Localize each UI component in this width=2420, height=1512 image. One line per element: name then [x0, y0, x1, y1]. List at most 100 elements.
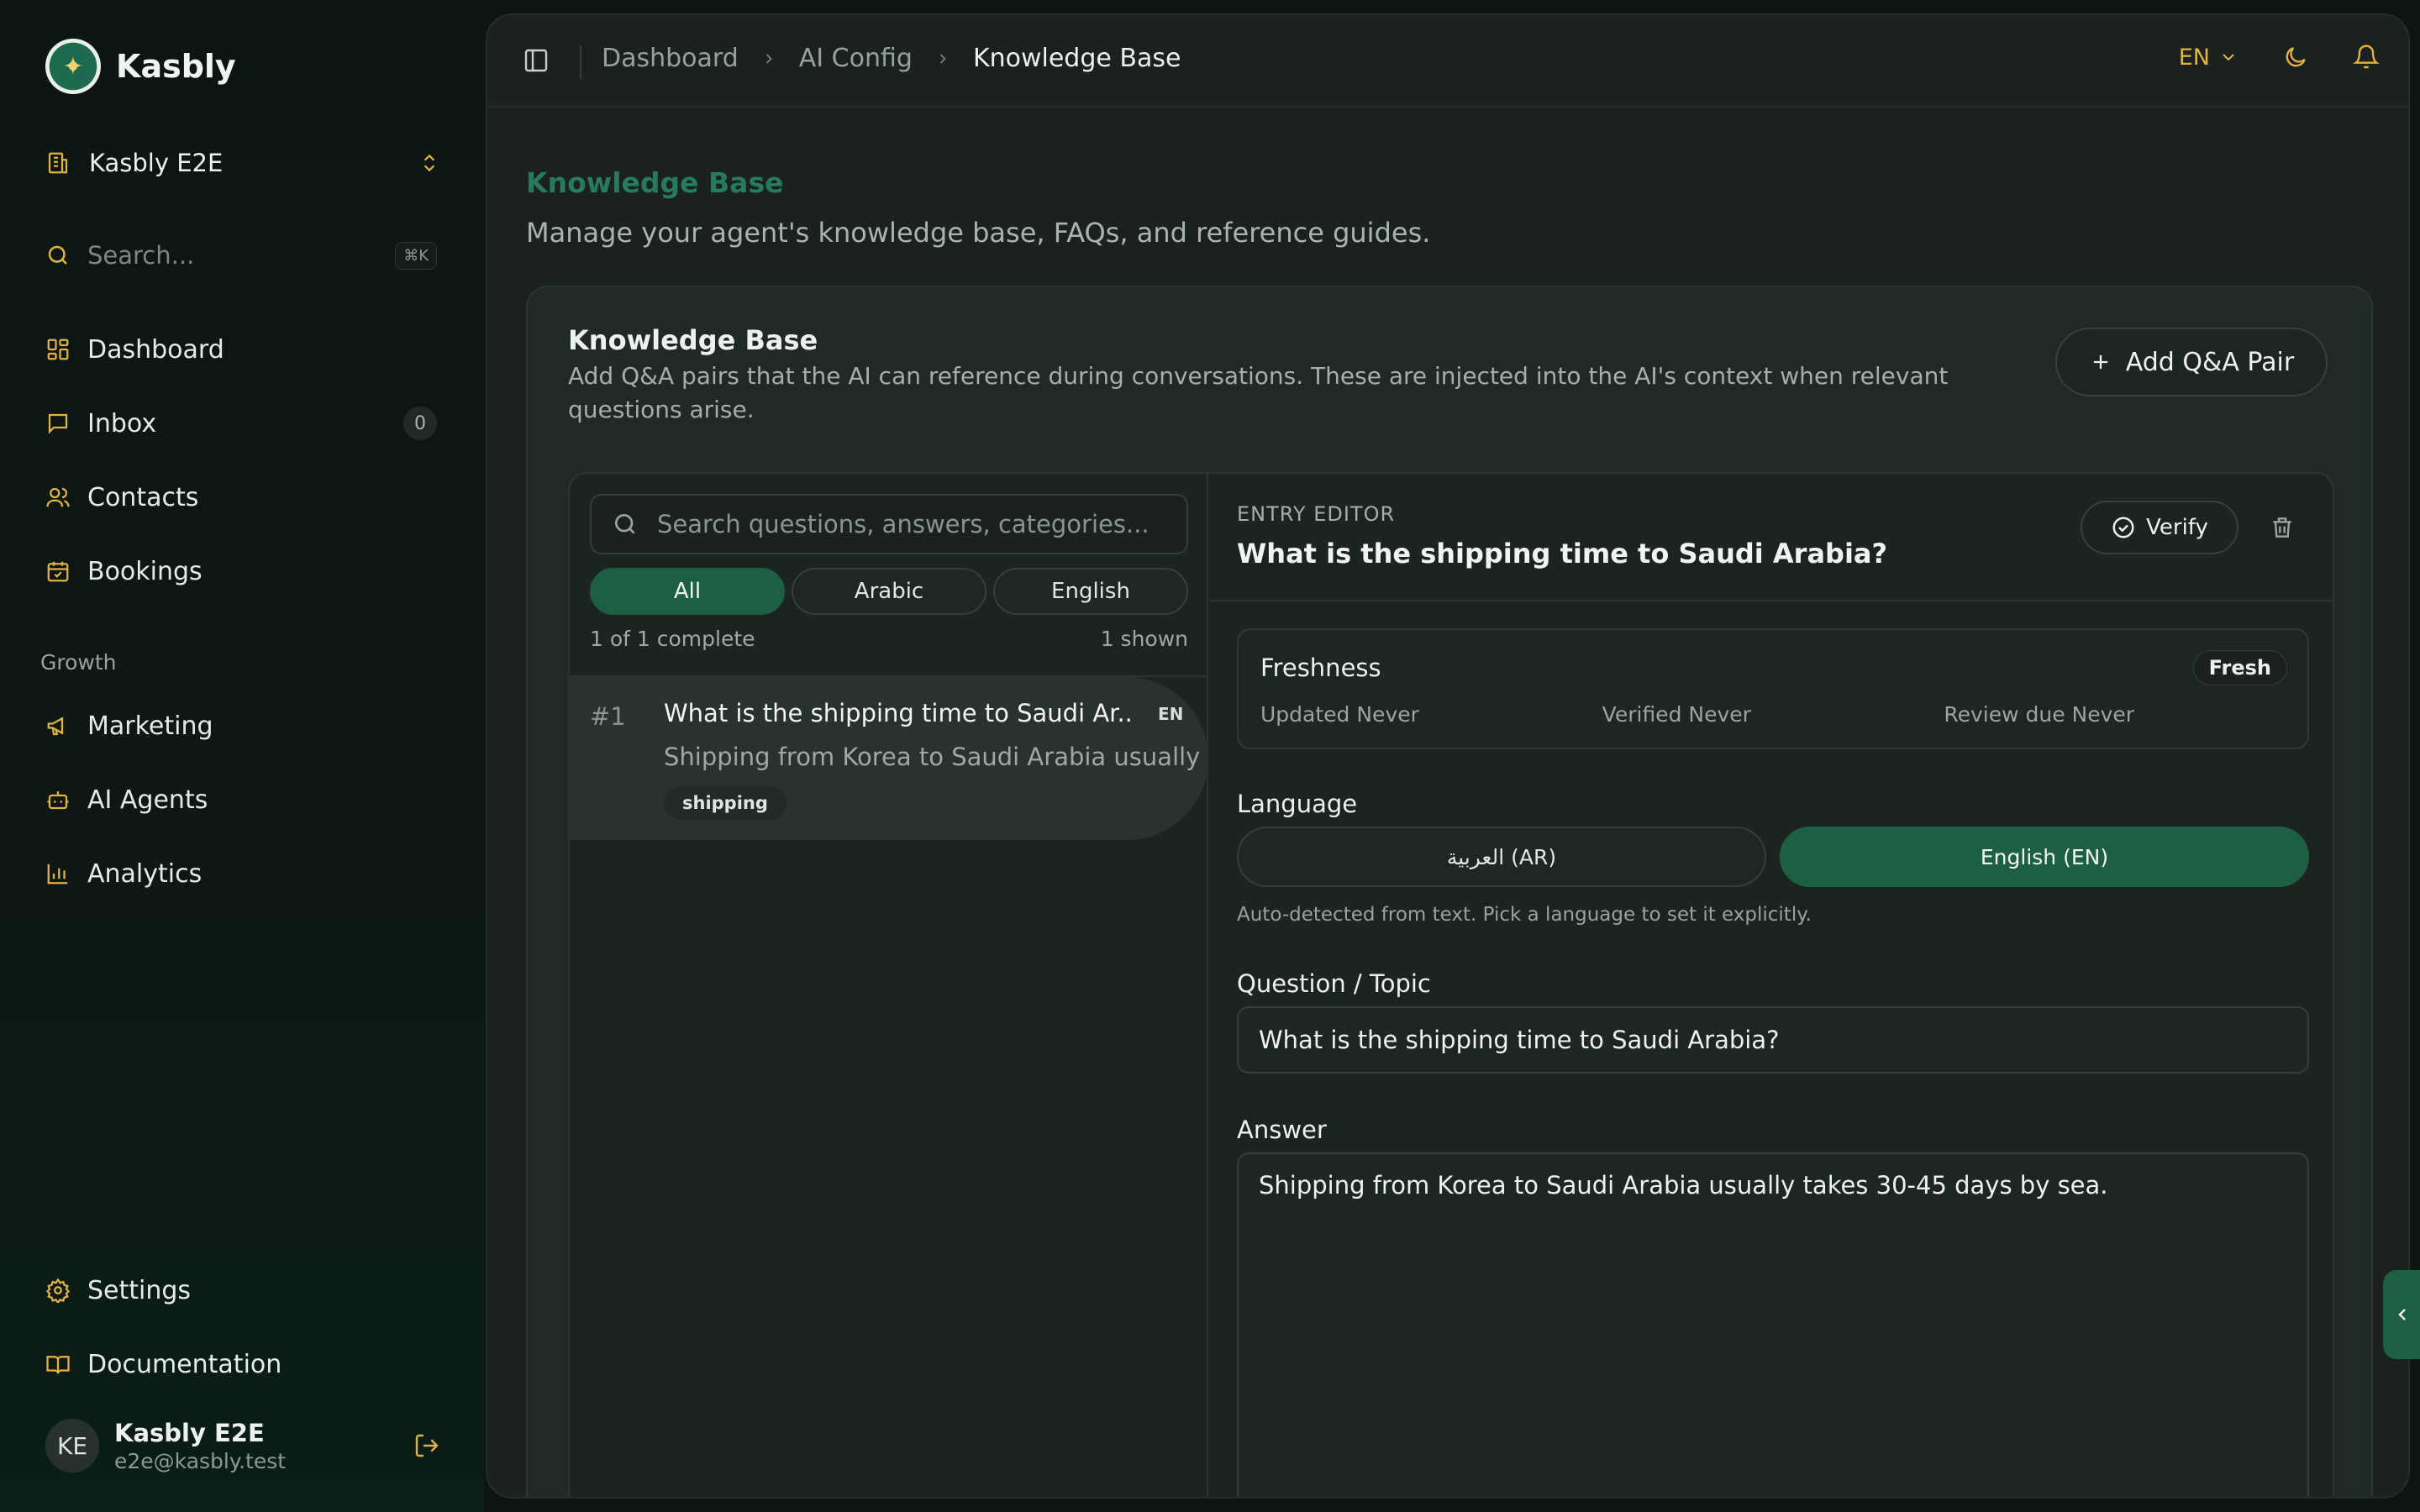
entry-list-pane: Search questions, answers, categories...… [570, 474, 1208, 1497]
topbar: Dashboard AI Config Knowledge Base EN [487, 15, 2408, 108]
plus-icon [2093, 354, 2107, 370]
answer-label: Answer [1237, 1116, 1327, 1144]
divider [580, 45, 581, 79]
chevron-down-icon [2223, 54, 2234, 61]
chart-icon [47, 864, 68, 885]
sidebar-item-label: Marketing [87, 711, 213, 741]
sidebar-item-label: Analytics [87, 858, 203, 889]
sidebar-item-label: Bookings [87, 556, 203, 586]
logout-icon[interactable] [413, 1432, 440, 1459]
language-option-arabic[interactable]: العربية (AR) [1237, 827, 1766, 887]
moon-icon[interactable] [2282, 44, 2309, 71]
answer-field[interactable]: Shipping from Korea to Saudi Arabia usua… [1237, 1152, 2309, 1497]
question-label: Question / Topic [1237, 969, 1431, 998]
bot-icon [47, 791, 69, 810]
language-selector[interactable]: EN [2179, 45, 2238, 71]
language-options: العربية (AR) English (EN) [1237, 827, 2309, 887]
status-badge: Fresh [2192, 650, 2287, 685]
search-shortcut: ⌘K [395, 241, 437, 270]
sidebar-item-settings[interactable]: Settings [45, 1267, 437, 1314]
sidebar-item-label: Settings [87, 1275, 192, 1305]
question-field[interactable]: What is the shipping time to Saudi Arabi… [1237, 1006, 2309, 1074]
verify-label: Verify [2146, 515, 2208, 540]
sidebar: ✦ Kasbly Kasbly E2E Search... ⌘K Dashboa… [0, 0, 484, 1512]
complete-count: 1 of 1 complete [590, 627, 755, 651]
org-name: Kasbly E2E [89, 149, 224, 177]
sidebar-toggle-icon[interactable] [523, 47, 550, 74]
sidebar-item-label: Contacts [87, 482, 199, 512]
list-item[interactable]: #1 What is the shipping time to Saudi Ar… [570, 677, 1208, 840]
sidebar-search-placeholder: Search... [87, 241, 195, 270]
sidebar-item-documentation[interactable]: Documentation [45, 1341, 437, 1388]
sidebar-item-bookings[interactable]: Bookings [45, 548, 437, 595]
sidebar-item-label: AI Agents [87, 785, 208, 815]
gear-icon [45, 1278, 71, 1303]
breadcrumb-ai-config[interactable]: AI Config [799, 44, 913, 73]
sidebar-item-marketing[interactable]: Marketing [45, 702, 437, 749]
card-title: Knowledge Base [568, 324, 818, 356]
chevron-right-icon [939, 53, 946, 64]
language-option-english[interactable]: English (EN) [1780, 827, 2309, 887]
knowledge-base-card: Knowledge Base Add Q&A pairs that the AI… [526, 286, 2373, 1497]
card-description: Add Q&A pairs that the AI can reference … [568, 362, 1949, 423]
breadcrumb-dashboard[interactable]: Dashboard [602, 44, 739, 73]
sidebar-item-label: Inbox [87, 408, 157, 438]
freshness-verified: Verified Never [1602, 702, 1751, 727]
page-title: Knowledge Base [526, 166, 784, 199]
breadcrumb-knowledge-base: Knowledge Base [972, 44, 1181, 73]
chevron-left-icon [2398, 1309, 2406, 1320]
contacts-icon [46, 487, 70, 507]
sidebar-item-contacts[interactable]: Contacts [45, 474, 437, 521]
entry-search-input[interactable]: Search questions, answers, categories... [590, 494, 1188, 554]
user-email: e2e@kasbly.test [114, 1448, 287, 1473]
sidebar-item-inbox[interactable]: Inbox 0 [45, 400, 437, 447]
filter-arabic[interactable]: Arabic [792, 568, 986, 615]
brand-name: Kasbly [116, 48, 236, 85]
panel-toggle-button[interactable] [2383, 1270, 2420, 1359]
add-qa-pair-button[interactable]: Add Q&A Pair [2055, 328, 2328, 396]
freshness-card: Freshness Fresh Updated Never Verified N… [1237, 628, 2309, 749]
sidebar-item-dashboard[interactable]: Dashboard [45, 326, 437, 373]
freshness-title: Freshness [1260, 654, 1381, 682]
sidebar-item-ai-agents[interactable]: AI Agents [45, 776, 437, 823]
main-content: Dashboard AI Config Knowledge Base EN Kn… [486, 13, 2410, 1499]
inbox-count-badge: 0 [403, 407, 437, 440]
trash-icon[interactable] [2269, 514, 2296, 541]
logo-icon: ✦ [45, 39, 101, 94]
sidebar-item-analytics[interactable]: Analytics [45, 850, 437, 897]
verify-button[interactable]: Verify [2081, 501, 2238, 554]
user-profile[interactable]: KE Kasbly E2E e2e@kasbly.test [45, 1416, 440, 1475]
shown-count: 1 shown [1100, 627, 1188, 651]
org-switcher[interactable]: Kasbly E2E [45, 141, 440, 185]
building-icon [48, 152, 68, 174]
user-name: Kasbly E2E [114, 1418, 265, 1447]
megaphone-icon [47, 717, 64, 736]
filter-english[interactable]: English [993, 568, 1188, 615]
page-subtitle: Manage your agent's knowledge base, FAQs… [526, 217, 1431, 249]
language-hint: Auto-detected from text. Pick a language… [1237, 904, 1812, 926]
language-label: Language [1237, 790, 1358, 818]
entry-language-badge: EN [1158, 704, 1184, 724]
language-filters: All Arabic English [590, 568, 1188, 615]
editor-header: ENTRY EDITOR What is the shipping time t… [1210, 474, 2333, 601]
breadcrumb: Dashboard AI Config Knowledge Base [602, 44, 1181, 73]
calendar-icon [47, 561, 69, 582]
list-meta: 1 of 1 complete 1 shown [590, 627, 1188, 651]
inbox-icon [48, 413, 68, 434]
language-value: EN [2178, 44, 2210, 71]
filter-all[interactable]: All [590, 568, 785, 615]
kb-panel: Search questions, answers, categories...… [568, 472, 2334, 1497]
bell-icon[interactable] [2353, 44, 2380, 71]
entry-answer-preview: Shipping from Korea to Saudi Arabia usua… [664, 743, 1201, 771]
entry-number: #1 [590, 702, 626, 731]
sidebar-item-label: Dashboard [87, 334, 224, 365]
add-qa-pair-label: Add Q&A Pair [2125, 347, 2295, 377]
entry-question: What is the shipping time to Saudi Ar... [664, 699, 1134, 727]
entry-editor: ENTRY EDITOR What is the shipping time t… [1210, 474, 2333, 1497]
brand[interactable]: ✦ Kasbly [45, 39, 236, 94]
chevron-right-icon [765, 53, 772, 64]
section-label-growth: Growth [40, 650, 117, 675]
entry-tag: shipping [664, 786, 786, 820]
sidebar-item-label: Documentation [87, 1349, 282, 1379]
sidebar-search[interactable]: Search... ⌘K [45, 234, 437, 277]
